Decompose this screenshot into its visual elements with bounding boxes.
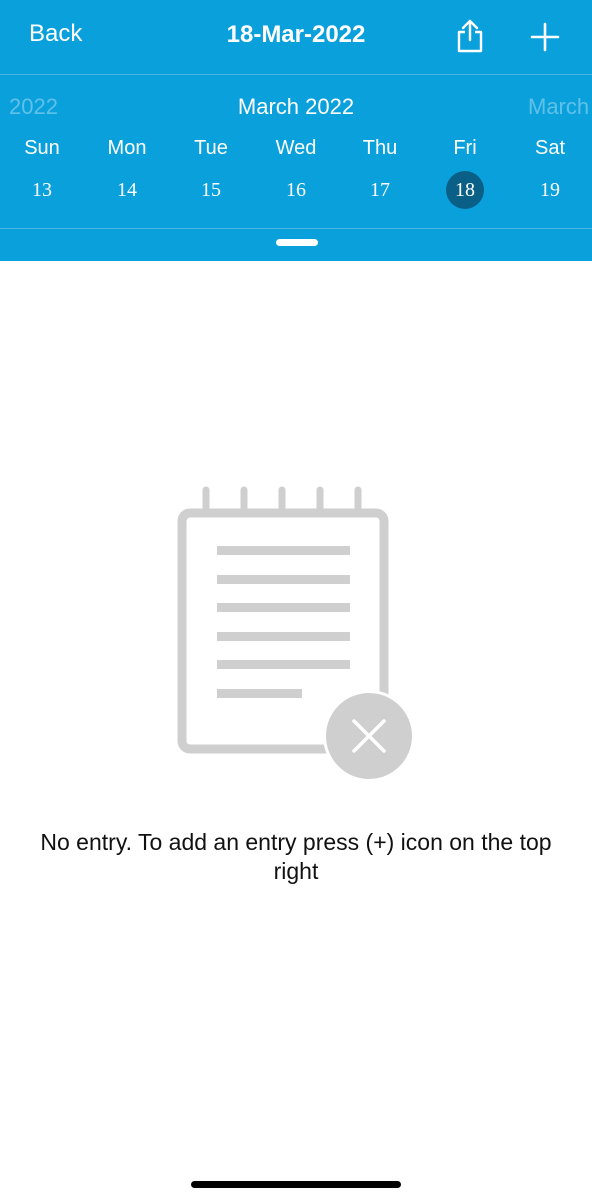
current-month-label: March 2022: [237, 94, 355, 119]
weekday-sun: Sun: [24, 137, 60, 159]
date-cell-selected[interactable]: 18: [425, 170, 505, 210]
date-cell[interactable]: 17: [340, 170, 420, 210]
nav-divider: [0, 74, 592, 75]
nav-bar: Back 18-Mar-2022: [0, 0, 592, 74]
date-number: 16: [286, 179, 306, 201]
calendar-divider: [0, 228, 592, 229]
date-cell[interactable]: 15: [171, 170, 251, 210]
weekday-fri: Fri: [453, 137, 477, 159]
date-number: 14: [117, 179, 137, 201]
weekday-wed: Wed: [275, 137, 317, 159]
weekday-sat: Sat: [534, 137, 566, 159]
share-icon[interactable]: [455, 18, 485, 54]
date-number: 17: [370, 179, 390, 201]
date-cell[interactable]: 19: [510, 170, 590, 210]
empty-state-message: No entry. To add an entry press (+) icon…: [40, 829, 552, 884]
page-title: 18-Mar-2022: [226, 21, 366, 48]
home-indicator[interactable]: [191, 1181, 401, 1188]
weekday-row: Sun Mon Tue Wed Thu Fri Sat: [0, 134, 592, 174]
date-cell[interactable]: 14: [87, 170, 167, 210]
month-strip[interactable]: 2022 March 2022 March: [0, 90, 592, 124]
plus-icon: [530, 22, 560, 52]
date-number: 18: [455, 179, 475, 201]
empty-notepad-icon: [170, 482, 420, 782]
date-row: 13 14 15 16 17 18 19: [0, 170, 592, 210]
calendar-header: Back 18-Mar-2022 2022 March 2022 March S…: [0, 0, 592, 261]
date-number: 19: [540, 179, 560, 201]
weekday-mon: Mon: [107, 137, 147, 159]
next-month-label[interactable]: March: [528, 94, 589, 120]
weekday-tue: Tue: [194, 137, 228, 159]
date-number: 13: [32, 179, 52, 201]
date-cell[interactable]: 13: [2, 170, 82, 210]
date-cell[interactable]: 16: [256, 170, 336, 210]
drag-handle[interactable]: [276, 239, 318, 246]
weekday-thu: Thu: [362, 137, 398, 159]
date-number: 15: [201, 179, 221, 201]
add-entry-button[interactable]: [530, 22, 560, 52]
